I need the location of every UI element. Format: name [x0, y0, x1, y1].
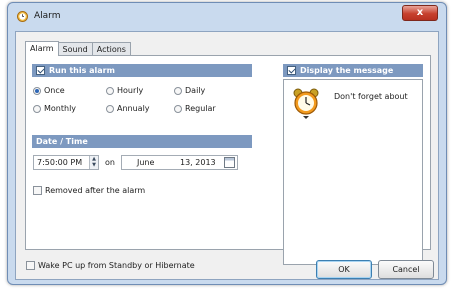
alarm-clock-icon [293, 88, 319, 119]
radio-daily[interactable]: Daily [174, 86, 205, 95]
radio-once[interactable]: Once [33, 86, 65, 95]
radio-annualy-label: Annualy [117, 104, 150, 113]
run-alarm-checkbox[interactable] [36, 66, 45, 75]
radio-annualy-dot[interactable] [106, 104, 114, 113]
radio-regular[interactable]: Regular [174, 104, 216, 113]
radio-hourly-label: Hourly [117, 86, 144, 95]
run-alarm-header[interactable]: Run this alarm [32, 64, 252, 77]
time-input[interactable]: 7:50:00 PM ▲ ▼ [33, 155, 99, 170]
tab-sound[interactable]: Sound [57, 42, 93, 56]
wake-pc-label: Wake PC up from Standby or Hibernate [38, 261, 195, 270]
display-message-header[interactable]: Display the message [283, 64, 423, 77]
close-button[interactable]: x [402, 5, 438, 21]
window-title: Alarm [34, 11, 61, 21]
wake-pc-checkbox[interactable]: Wake PC up from Standby or Hibernate [26, 261, 195, 270]
ok-button[interactable]: OK [316, 260, 372, 279]
radio-regular-label: Regular [185, 104, 216, 113]
time-value: 7:50:00 PM [37, 158, 83, 167]
dialog-client-area: Alarm Sound Actions Run this alarm Once … [15, 31, 439, 280]
tab-alarm[interactable]: Alarm [25, 41, 59, 56]
radio-once-dot[interactable] [33, 86, 41, 95]
date-time-header: Date / Time [32, 135, 252, 148]
message-text-area[interactable]: Don't forget about [283, 79, 423, 265]
title-bar[interactable]: Alarm x [8, 3, 446, 29]
alarm-clock-icon [17, 11, 28, 22]
alarm-dialog: Alarm x Alarm Sound Actions Run this ala… [7, 2, 447, 285]
removed-after-alarm-checkbox[interactable]: Removed after the alarm [33, 186, 145, 195]
tab-strip: Alarm Sound Actions [25, 41, 131, 56]
radio-hourly-dot[interactable] [106, 86, 114, 95]
radio-once-label: Once [44, 86, 65, 95]
alarm-tab-panel: Run this alarm Once Hourly Daily Monthly… [25, 55, 431, 265]
time-spinner[interactable]: ▲ ▼ [89, 156, 98, 169]
on-label: on [105, 158, 115, 167]
radio-annualy[interactable]: Annualy [106, 104, 150, 113]
run-alarm-header-label: Run this alarm [49, 66, 115, 75]
display-message-header-label: Display the message [300, 66, 394, 75]
calendar-icon[interactable] [224, 157, 235, 168]
removed-after-alarm-box[interactable] [33, 186, 42, 195]
radio-hourly[interactable]: Hourly [106, 86, 143, 95]
display-message-checkbox[interactable] [287, 66, 296, 75]
radio-regular-dot[interactable] [174, 104, 182, 113]
radio-monthly-label: Monthly [44, 104, 77, 113]
removed-after-alarm-label: Removed after the alarm [45, 186, 146, 195]
cancel-button[interactable]: Cancel [378, 260, 434, 279]
date-day-year: 13, 2013 [180, 158, 216, 167]
wake-pc-box[interactable] [26, 261, 35, 270]
date-month: June [137, 158, 155, 167]
tab-actions[interactable]: Actions [91, 42, 131, 56]
message-text: Don't forget about [334, 92, 408, 101]
date-picker[interactable]: June 13, 2013 [121, 155, 238, 170]
date-time-header-label: Date / Time [36, 137, 88, 146]
radio-monthly[interactable]: Monthly [33, 104, 76, 113]
radio-monthly-dot[interactable] [33, 104, 41, 113]
radio-daily-dot[interactable] [174, 86, 182, 95]
radio-daily-label: Daily [185, 86, 206, 95]
